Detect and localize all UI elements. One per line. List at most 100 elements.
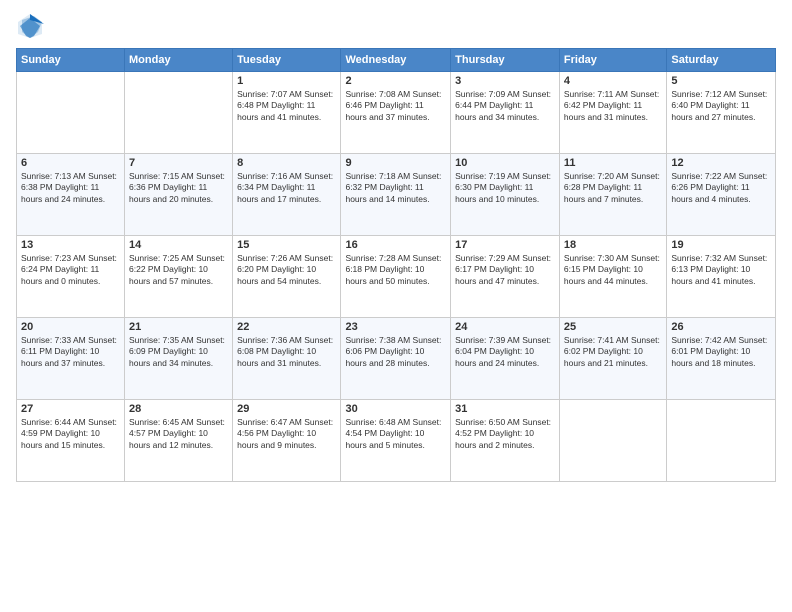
day-info: Sunrise: 7:23 AM Sunset: 6:24 PM Dayligh… bbox=[21, 253, 120, 287]
day-number: 2 bbox=[345, 75, 446, 87]
day-info: Sunrise: 7:32 AM Sunset: 6:13 PM Dayligh… bbox=[671, 253, 771, 287]
calendar-cell bbox=[667, 400, 776, 482]
day-number: 4 bbox=[564, 75, 662, 87]
day-number: 14 bbox=[129, 239, 228, 251]
calendar-cell: 16 Sunrise: 7:28 AM Sunset: 6:18 PM Dayli… bbox=[341, 236, 451, 318]
day-info: Sunrise: 7:28 AM Sunset: 6:18 PM Dayligh… bbox=[345, 253, 446, 287]
calendar-cell: 5 Sunrise: 7:12 AM Sunset: 6:40 PM Daylig… bbox=[667, 72, 776, 154]
calendar-cell: 7 Sunrise: 7:15 AM Sunset: 6:36 PM Daylig… bbox=[125, 154, 233, 236]
day-info: Sunrise: 6:45 AM Sunset: 4:57 PM Dayligh… bbox=[129, 417, 228, 451]
day-info: Sunrise: 7:12 AM Sunset: 6:40 PM Dayligh… bbox=[671, 89, 771, 123]
day-info: Sunrise: 7:25 AM Sunset: 6:22 PM Dayligh… bbox=[129, 253, 228, 287]
day-info: Sunrise: 6:50 AM Sunset: 4:52 PM Dayligh… bbox=[455, 417, 555, 451]
day-info: Sunrise: 7:18 AM Sunset: 6:32 PM Dayligh… bbox=[345, 171, 446, 205]
day-number: 29 bbox=[237, 403, 336, 415]
day-info: Sunrise: 7:13 AM Sunset: 6:38 PM Dayligh… bbox=[21, 171, 120, 205]
calendar-cell: 20 Sunrise: 7:33 AM Sunset: 6:11 PM Dayli… bbox=[17, 318, 125, 400]
day-info: Sunrise: 7:42 AM Sunset: 6:01 PM Dayligh… bbox=[671, 335, 771, 369]
day-number: 26 bbox=[671, 321, 771, 333]
calendar-cell: 12 Sunrise: 7:22 AM Sunset: 6:26 PM Dayli… bbox=[667, 154, 776, 236]
day-info: Sunrise: 7:38 AM Sunset: 6:06 PM Dayligh… bbox=[345, 335, 446, 369]
day-info: Sunrise: 7:39 AM Sunset: 6:04 PM Dayligh… bbox=[455, 335, 555, 369]
day-info: Sunrise: 7:22 AM Sunset: 6:26 PM Dayligh… bbox=[671, 171, 771, 205]
day-header-wednesday: Wednesday bbox=[341, 49, 451, 72]
day-number: 23 bbox=[345, 321, 446, 333]
logo bbox=[16, 12, 48, 40]
calendar-cell: 30Sunrise: 6:48 AM Sunset: 4:54 PM Dayli… bbox=[341, 400, 451, 482]
day-number: 16 bbox=[345, 239, 446, 251]
day-info: Sunrise: 7:08 AM Sunset: 6:46 PM Dayligh… bbox=[345, 89, 446, 123]
calendar-cell: 28 Sunrise: 6:45 AM Sunset: 4:57 PM Dayli… bbox=[125, 400, 233, 482]
day-header-saturday: Saturday bbox=[667, 49, 776, 72]
calendar-cell: 24 Sunrise: 7:39 AM Sunset: 6:04 PM Dayli… bbox=[451, 318, 560, 400]
calendar-cell: 9 Sunrise: 7:18 AM Sunset: 6:32 PM Daylig… bbox=[341, 154, 451, 236]
day-info: Sunrise: 7:19 AM Sunset: 6:30 PM Dayligh… bbox=[455, 171, 555, 205]
day-number: 28 bbox=[129, 403, 228, 415]
calendar-cell: 22Sunrise: 7:36 AM Sunset: 6:08 PM Dayli… bbox=[233, 318, 341, 400]
day-number: 1 bbox=[237, 75, 336, 87]
calendar-cell: 23 Sunrise: 7:38 AM Sunset: 6:06 PM Dayli… bbox=[341, 318, 451, 400]
day-number: 10 bbox=[455, 157, 555, 169]
day-info: Sunrise: 7:36 AM Sunset: 6:08 PM Dayligh… bbox=[237, 335, 336, 369]
day-info: Sunrise: 7:41 AM Sunset: 6:02 PM Dayligh… bbox=[564, 335, 662, 369]
day-info: Sunrise: 7:15 AM Sunset: 6:36 PM Dayligh… bbox=[129, 171, 228, 205]
calendar-cell: 8 Sunrise: 7:16 AM Sunset: 6:34 PM Daylig… bbox=[233, 154, 341, 236]
day-info: Sunrise: 6:47 AM Sunset: 4:56 PM Dayligh… bbox=[237, 417, 336, 451]
day-number: 17 bbox=[455, 239, 555, 251]
day-number: 12 bbox=[671, 157, 771, 169]
calendar-cell: 21 Sunrise: 7:35 AM Sunset: 6:09 PM Dayli… bbox=[125, 318, 233, 400]
calendar-cell: 25 Sunrise: 7:41 AM Sunset: 6:02 PM Dayli… bbox=[559, 318, 666, 400]
calendar-cell: 29 Sunrise: 6:47 AM Sunset: 4:56 PM Dayli… bbox=[233, 400, 341, 482]
day-number: 3 bbox=[455, 75, 555, 87]
day-number: 11 bbox=[564, 157, 662, 169]
calendar-cell bbox=[17, 72, 125, 154]
day-info: Sunrise: 7:29 AM Sunset: 6:17 PM Dayligh… bbox=[455, 253, 555, 287]
calendar: SundayMondayTuesdayWednesdayThursdayFrid… bbox=[16, 48, 776, 482]
day-header-thursday: Thursday bbox=[451, 49, 560, 72]
calendar-cell: 2 Sunrise: 7:08 AM Sunset: 6:46 PM Daylig… bbox=[341, 72, 451, 154]
day-header-monday: Monday bbox=[125, 49, 233, 72]
day-info: Sunrise: 7:11 AM Sunset: 6:42 PM Dayligh… bbox=[564, 89, 662, 123]
calendar-cell: 11 Sunrise: 7:20 AM Sunset: 6:28 PM Dayli… bbox=[559, 154, 666, 236]
calendar-cell: 13 Sunrise: 7:23 AM Sunset: 6:24 PM Dayli… bbox=[17, 236, 125, 318]
calendar-cell: 1 Sunrise: 7:07 AM Sunset: 6:48 PM Daylig… bbox=[233, 72, 341, 154]
day-info: Sunrise: 7:35 AM Sunset: 6:09 PM Dayligh… bbox=[129, 335, 228, 369]
day-header-friday: Friday bbox=[559, 49, 666, 72]
day-info: Sunrise: 7:30 AM Sunset: 6:15 PM Dayligh… bbox=[564, 253, 662, 287]
day-number: 19 bbox=[671, 239, 771, 251]
calendar-cell: 26 Sunrise: 7:42 AM Sunset: 6:01 PM Dayli… bbox=[667, 318, 776, 400]
day-info: Sunrise: 7:20 AM Sunset: 6:28 PM Dayligh… bbox=[564, 171, 662, 205]
day-info: Sunrise: 7:07 AM Sunset: 6:48 PM Dayligh… bbox=[237, 89, 336, 123]
day-number: 9 bbox=[345, 157, 446, 169]
day-number: 13 bbox=[21, 239, 120, 251]
day-info: Sunrise: 7:09 AM Sunset: 6:44 PM Dayligh… bbox=[455, 89, 555, 123]
day-info: Sunrise: 7:16 AM Sunset: 6:34 PM Dayligh… bbox=[237, 171, 336, 205]
day-info: Sunrise: 6:48 AM Sunset: 4:54 PM Dayligh… bbox=[345, 417, 446, 451]
calendar-cell bbox=[559, 400, 666, 482]
day-number: 15 bbox=[237, 239, 336, 251]
calendar-cell: 27 Sunrise: 6:44 AM Sunset: 4:59 PM Dayli… bbox=[17, 400, 125, 482]
calendar-cell: 3 Sunrise: 7:09 AM Sunset: 6:44 PM Daylig… bbox=[451, 72, 560, 154]
calendar-cell: 15Sunrise: 7:26 AM Sunset: 6:20 PM Dayli… bbox=[233, 236, 341, 318]
day-number: 27 bbox=[21, 403, 120, 415]
calendar-cell: 17 Sunrise: 7:29 AM Sunset: 6:17 PM Dayli… bbox=[451, 236, 560, 318]
day-number: 31 bbox=[455, 403, 555, 415]
day-number: 5 bbox=[671, 75, 771, 87]
day-number: 7 bbox=[129, 157, 228, 169]
day-number: 24 bbox=[455, 321, 555, 333]
day-number: 25 bbox=[564, 321, 662, 333]
day-number: 20 bbox=[21, 321, 120, 333]
day-number: 21 bbox=[129, 321, 228, 333]
day-info: Sunrise: 7:33 AM Sunset: 6:11 PM Dayligh… bbox=[21, 335, 120, 369]
day-info: Sunrise: 6:44 AM Sunset: 4:59 PM Dayligh… bbox=[21, 417, 120, 451]
calendar-cell: 31 Sunrise: 6:50 AM Sunset: 4:52 PM Dayli… bbox=[451, 400, 560, 482]
calendar-cell bbox=[125, 72, 233, 154]
day-header-tuesday: Tuesday bbox=[233, 49, 341, 72]
day-number: 18 bbox=[564, 239, 662, 251]
calendar-cell: 6 Sunrise: 7:13 AM Sunset: 6:38 PM Daylig… bbox=[17, 154, 125, 236]
day-number: 6 bbox=[21, 157, 120, 169]
calendar-cell: 10 Sunrise: 7:19 AM Sunset: 6:30 PM Dayli… bbox=[451, 154, 560, 236]
calendar-cell: 19 Sunrise: 7:32 AM Sunset: 6:13 PM Dayli… bbox=[667, 236, 776, 318]
day-number: 8 bbox=[237, 157, 336, 169]
calendar-cell: 4 Sunrise: 7:11 AM Sunset: 6:42 PM Daylig… bbox=[559, 72, 666, 154]
